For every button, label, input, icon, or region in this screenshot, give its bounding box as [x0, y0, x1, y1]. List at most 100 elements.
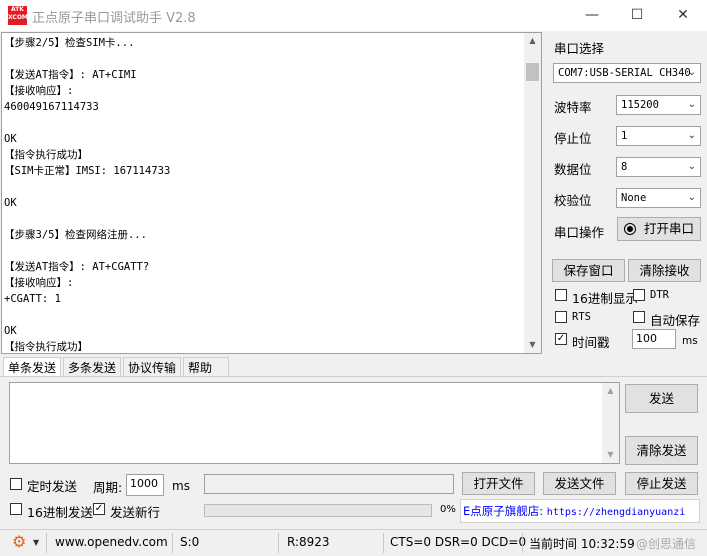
- timestamp-checkbox[interactable]: ✓: [555, 333, 567, 345]
- send-scrollbar[interactable]: ▲ ▼: [602, 383, 619, 463]
- stop-send-button[interactable]: 停止发送: [625, 472, 698, 495]
- send-file-button[interactable]: 发送文件: [543, 472, 616, 495]
- dtr-checkbox[interactable]: [633, 289, 645, 301]
- receive-line: [4, 211, 522, 227]
- receive-line: OK: [4, 197, 17, 209]
- tab-help[interactable]: 帮助: [183, 357, 229, 377]
- parity-select[interactable]: None ⌄: [616, 188, 701, 208]
- receive-text: 【步骤2/5】检查SIM卡... 【发送AT指令】: AT+CIMI 【接收响应】…: [4, 35, 522, 353]
- caret-down-icon[interactable]: ▼: [33, 538, 39, 547]
- dtr-label: DTR: [650, 289, 669, 301]
- tab-single-send[interactable]: 单条发送: [3, 357, 62, 377]
- stop-bits-select[interactable]: 1 ⌄: [616, 126, 701, 146]
- chevron-down-icon: ⌄: [687, 130, 696, 141]
- progress-percent: 0%: [440, 504, 456, 515]
- send-button[interactable]: 发送: [625, 384, 698, 413]
- gear-icon[interactable]: ⚙: [12, 532, 26, 551]
- receive-line: +CGATT: 1: [4, 293, 61, 305]
- close-button[interactable]: ✕: [668, 4, 698, 26]
- scroll-thumb[interactable]: [526, 63, 539, 81]
- minimize-button[interactable]: —: [577, 4, 607, 26]
- title-bar: ATK XCOM 正点原子串口调试助手 V2.8 — ☐ ✕: [0, 0, 707, 31]
- receive-line: [4, 179, 522, 195]
- timed-send-label: 定时发送: [27, 479, 78, 494]
- file-path-input[interactable]: [204, 474, 454, 494]
- maximize-button[interactable]: ☐: [622, 4, 652, 26]
- hex-send-label: 16进制发送: [27, 505, 93, 520]
- send-newline-label: 发送新行: [110, 505, 161, 520]
- receive-line: 【发送AT指令】: AT+CGATT?: [4, 261, 150, 273]
- chevron-down-icon: ⌄: [687, 192, 696, 203]
- promo-prefix: E点原子旗舰店:: [463, 504, 544, 518]
- period-label: 周期:: [93, 480, 123, 495]
- line-status: CTS=0 DSR=0 DCD=0: [390, 535, 527, 549]
- hex-display-label: 16进制显示: [572, 291, 638, 306]
- current-time: 当前时间 10:32:59: [529, 537, 635, 551]
- receive-scrollbar[interactable]: ▲ ▼: [524, 33, 541, 353]
- receive-line: [4, 243, 522, 259]
- baud-value: 115200: [621, 99, 659, 111]
- send-progress-bar: [204, 504, 432, 517]
- baud-label: 波特率: [554, 100, 592, 115]
- data-bits-value: 8: [621, 161, 628, 173]
- scroll-down-icon[interactable]: ▼: [602, 447, 619, 463]
- save-window-button[interactable]: 保存窗口: [552, 259, 625, 282]
- open-file-button[interactable]: 打开文件: [462, 472, 535, 495]
- timed-send-checkbox[interactable]: [10, 478, 22, 490]
- hex-send-checkbox[interactable]: [10, 503, 22, 515]
- period-unit: ms: [172, 479, 190, 493]
- open-port-label: 打开串口: [643, 221, 694, 236]
- tab-protocol[interactable]: 协议传输: [123, 357, 182, 377]
- baud-select[interactable]: 115200 ⌄: [616, 95, 701, 115]
- watermark: @创思通信: [636, 537, 697, 551]
- timestamp-unit: ms: [682, 335, 698, 347]
- period-input[interactable]: 1000: [126, 474, 164, 496]
- clear-send-button[interactable]: 清除发送: [625, 436, 698, 465]
- sent-count: S:0: [180, 535, 200, 549]
- promo-link[interactable]: E点原子旗舰店: https://zhengdianyuanzi: [460, 499, 700, 523]
- timestamp-interval-input[interactable]: 100: [632, 329, 676, 349]
- timestamp-label: 时间戳: [572, 335, 610, 350]
- port-select[interactable]: COM7:USB-SERIAL CH340 ⌄: [553, 63, 701, 83]
- received-count: R:8923: [287, 535, 330, 549]
- port-op-label: 串口操作: [554, 225, 605, 240]
- rts-label: RTS: [572, 311, 591, 323]
- receive-line: 【接收响应】:: [4, 277, 74, 289]
- scroll-up-icon[interactable]: ▲: [602, 383, 619, 399]
- parity-value: None: [621, 192, 647, 204]
- receive-line: 【发送AT指令】: AT+CIMI: [4, 69, 137, 81]
- data-bits-label: 数据位: [554, 162, 592, 177]
- receive-textarea[interactable]: 【步骤2/5】检查SIM卡... 【发送AT指令】: AT+CIMI 【接收响应】…: [1, 32, 542, 354]
- send-newline-checkbox[interactable]: ✓: [93, 503, 105, 515]
- status-bar: ⚙ ▼ www.openedv.com S:0 R:8923 CTS=0 DSR…: [0, 529, 707, 556]
- receive-line: 【接收响应】:: [4, 85, 74, 97]
- clear-receive-button[interactable]: 清除接收: [628, 259, 701, 282]
- tab-multi-send[interactable]: 多条发送: [63, 357, 122, 377]
- receive-line: [4, 115, 522, 131]
- tab-divider: [0, 376, 707, 377]
- rts-checkbox[interactable]: [555, 311, 567, 323]
- auto-save-label: 自动保存: [650, 313, 701, 328]
- app-logo-icon: ATK XCOM: [8, 6, 28, 25]
- scroll-down-icon[interactable]: ▼: [524, 337, 541, 353]
- scroll-up-icon[interactable]: ▲: [524, 33, 541, 49]
- hex-display-checkbox[interactable]: [555, 289, 567, 301]
- auto-save-checkbox[interactable]: [633, 311, 645, 323]
- receive-line: [4, 51, 522, 67]
- receive-line: 【SIM卡正常】IMSI: 167114733: [4, 165, 171, 177]
- stop-bits-label: 停止位: [554, 131, 592, 146]
- promo-url: https://zhengdianyuanzi: [546, 507, 686, 518]
- data-bits-select[interactable]: 8 ⌄: [616, 157, 701, 177]
- receive-line: OK: [4, 325, 17, 337]
- send-textarea[interactable]: ▲ ▼: [9, 382, 620, 464]
- port-select-label: 串口选择: [554, 41, 605, 56]
- open-port-button[interactable]: 打开串口: [617, 217, 701, 241]
- receive-line: 【步骤3/5】检查网络注册...: [4, 229, 147, 241]
- receive-line: 【步骤2/5】检查SIM卡...: [4, 37, 135, 49]
- receive-line: 460049167114733: [4, 101, 99, 113]
- website-link[interactable]: www.openedv.com: [55, 535, 168, 549]
- stop-bits-value: 1: [621, 130, 628, 142]
- port-status-icon: [624, 223, 636, 235]
- chevron-down-icon: ⌄: [687, 161, 696, 172]
- chevron-down-icon: ⌄: [687, 67, 696, 78]
